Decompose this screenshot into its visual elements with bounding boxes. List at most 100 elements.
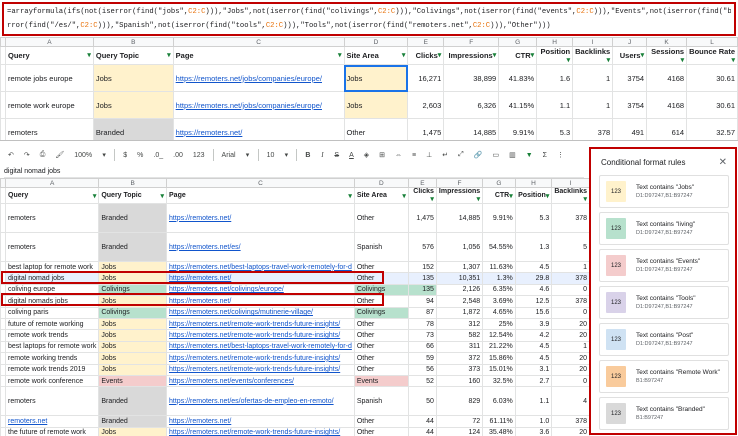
cell-topic[interactable]: Jobs bbox=[98, 260, 168, 274]
cell-query[interactable]: best laptop for remote work bbox=[4, 260, 100, 274]
cell-query[interactable]: digital nomads jobs bbox=[4, 295, 100, 308]
cell-topic[interactable]: Branded bbox=[98, 232, 168, 262]
cell-clicks[interactable]: 87 bbox=[407, 306, 437, 319]
more-options-icon[interactable]: ⋮ bbox=[555, 148, 566, 162]
cell-back[interactable]: 1 bbox=[572, 91, 614, 119]
cell-topic[interactable]: Branded bbox=[98, 415, 168, 428]
cell-query[interactable]: the future of remote work bbox=[4, 426, 100, 436]
cell-site-area[interactable]: Other bbox=[353, 272, 409, 285]
cell-impr[interactable]: 1,872 bbox=[435, 306, 484, 319]
cell-page[interactable]: https://remoters.net/jobs/companies/euro… bbox=[172, 64, 345, 92]
column-header[interactable]: Query Topic ▾ bbox=[98, 187, 168, 204]
filter-icon[interactable]: ▾ bbox=[493, 51, 497, 59]
link-icon[interactable]: 🔗 bbox=[472, 148, 485, 162]
cf-rule-card[interactable]: 123 Text contains "Post" D1:D97247,B1:B972… bbox=[599, 323, 729, 356]
column-letter[interactable]: H bbox=[514, 178, 553, 188]
cell-clicks[interactable]: 2,603 bbox=[407, 91, 445, 119]
page-link[interactable]: https://remoters.net/ bbox=[169, 298, 231, 305]
cell-pos[interactable]: 3.9 bbox=[514, 317, 553, 331]
align-left-icon[interactable]: ≡ bbox=[410, 148, 418, 162]
filter-icon[interactable]: ▾ bbox=[477, 195, 481, 203]
cell-site-area[interactable]: Colivings bbox=[353, 306, 409, 319]
filter-icon[interactable]: ▼ bbox=[524, 148, 535, 162]
cell-clicks[interactable]: 50 bbox=[407, 386, 437, 417]
cell-back[interactable]: 5 bbox=[551, 232, 590, 262]
cell-impr[interactable]: 14,885 bbox=[443, 118, 500, 140]
column-letter[interactable]: A bbox=[5, 37, 94, 47]
cell-query[interactable]: remoters bbox=[5, 118, 94, 140]
cell-page[interactable]: https://remoters.net/events/conferences/ bbox=[166, 374, 355, 388]
cell-pos[interactable]: 4.5 bbox=[514, 352, 553, 365]
cell-back[interactable]: 0 bbox=[551, 374, 590, 388]
column-letter[interactable]: F bbox=[435, 178, 484, 188]
page-link[interactable]: https://remoters.net/remote-work-trends-… bbox=[169, 321, 340, 328]
cell-impr[interactable]: 10,351 bbox=[435, 272, 484, 285]
page-link[interactable]: https://remoters.net/es/ bbox=[169, 244, 241, 251]
cell-users[interactable]: 3754 bbox=[612, 64, 648, 92]
column-header[interactable]: Clicks ▾ bbox=[407, 46, 445, 65]
cell-impr[interactable]: 72 bbox=[435, 415, 484, 428]
print-icon[interactable]: ⎙ bbox=[38, 148, 48, 162]
filter-icon[interactable]: ▾ bbox=[338, 51, 342, 59]
cell-page[interactable]: https://remoters.net/ bbox=[166, 203, 355, 233]
cell-ctr[interactable]: 41.83% bbox=[498, 64, 538, 92]
currency-format-button[interactable]: $ bbox=[121, 148, 129, 162]
cell-topic[interactable]: Jobs bbox=[98, 340, 168, 354]
cell-site-area[interactable]: Other bbox=[353, 352, 409, 365]
cell-back[interactable]: 4 bbox=[551, 386, 590, 417]
cell-value-display[interactable]: digital nomad jobs bbox=[4, 166, 584, 178]
cell-impr[interactable]: 160 bbox=[435, 374, 484, 388]
cf-rule-card[interactable]: 123 Text contains "living" D1:D97247,B1:B9… bbox=[599, 212, 729, 245]
cell-ctr[interactable]: 3.69% bbox=[482, 295, 516, 308]
cell-page[interactable]: https://remoters.net/es/ofertas-de-emple… bbox=[166, 386, 355, 417]
column-header[interactable]: Clicks ▾ bbox=[407, 187, 437, 204]
cell-back[interactable]: 20 bbox=[551, 363, 590, 376]
cell-topic[interactable]: Jobs bbox=[98, 272, 168, 285]
cell-ctr[interactable]: 21.22% bbox=[482, 340, 516, 354]
cell-clicks[interactable]: 59 bbox=[407, 352, 437, 365]
bold-button[interactable]: B bbox=[303, 148, 312, 162]
cell-back[interactable]: 378 bbox=[551, 295, 590, 308]
cell-pos[interactable]: 1.6 bbox=[536, 64, 574, 92]
cell-ctr[interactable]: 61.11% bbox=[482, 415, 516, 428]
column-letter[interactable]: H bbox=[536, 37, 574, 47]
comment-icon[interactable]: ▭ bbox=[490, 148, 501, 162]
column-letter[interactable]: B bbox=[98, 178, 168, 188]
cell-query[interactable]: remoters bbox=[4, 386, 100, 417]
filter-icon[interactable]: ▾ bbox=[607, 56, 611, 64]
cell-query[interactable]: coliving paris bbox=[4, 306, 100, 319]
page-link[interactable]: https://remoters.net/colivings/europe/ bbox=[169, 286, 284, 293]
cell-topic[interactable]: Branded bbox=[92, 118, 174, 140]
page-link[interactable]: https://remoters.net/remote-work-trends-… bbox=[169, 366, 340, 373]
column-header[interactable]: Impressions ▾ bbox=[435, 187, 484, 204]
column-letter[interactable]: G bbox=[498, 37, 538, 47]
cell-ctr[interactable]: 1.3% bbox=[482, 272, 516, 285]
cell-clicks[interactable]: 52 bbox=[407, 374, 437, 388]
filter-icon[interactable]: ▾ bbox=[583, 195, 587, 203]
cell-ctr[interactable]: 9.91% bbox=[482, 203, 516, 233]
cell-page[interactable]: https://remoters.net/remote-work-trends-… bbox=[166, 363, 355, 376]
cell-impr[interactable]: 373 bbox=[435, 363, 484, 376]
cell-clicks[interactable]: 135 bbox=[407, 283, 437, 297]
filter-icon[interactable]: ▾ bbox=[681, 56, 685, 64]
undo-icon[interactable]: ↶ bbox=[6, 148, 16, 162]
filter-icon[interactable]: ▾ bbox=[161, 192, 165, 200]
cell-site-area[interactable]: Jobs bbox=[343, 91, 409, 119]
cell-users[interactable]: 3754 bbox=[612, 91, 648, 119]
query-link[interactable]: remoters.net bbox=[8, 418, 47, 425]
column-header[interactable]: CTR ▾ bbox=[498, 46, 538, 65]
cell-ctr[interactable]: 25% bbox=[482, 317, 516, 331]
cell-ctr[interactable]: 54.55% bbox=[482, 232, 516, 262]
decrease-decimal-button[interactable]: .0_ bbox=[151, 148, 165, 162]
cell-impr[interactable]: 372 bbox=[435, 352, 484, 365]
cell-query[interactable]: remote jobs europe bbox=[5, 64, 94, 92]
merge-cells-icon[interactable]: ⇔ bbox=[393, 148, 404, 162]
cell-pos[interactable]: 5.3 bbox=[514, 203, 553, 233]
filter-icon[interactable]: ▾ bbox=[509, 192, 513, 200]
borders-icon[interactable]: ⊞ bbox=[377, 148, 387, 162]
cell-pos[interactable]: 5.3 bbox=[536, 118, 574, 140]
number-format-button[interactable]: 123 bbox=[191, 148, 207, 162]
cell-impr[interactable]: 1,307 bbox=[435, 260, 484, 274]
cell-back[interactable]: 0 bbox=[551, 283, 590, 297]
cell-clicks[interactable]: 94 bbox=[407, 295, 437, 308]
